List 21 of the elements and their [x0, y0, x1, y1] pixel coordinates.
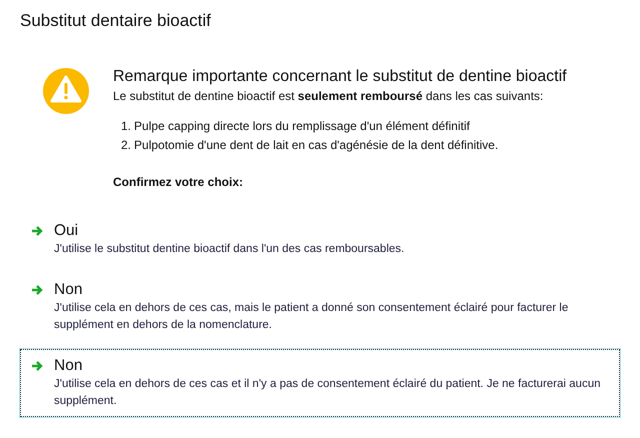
arrow-icon	[31, 284, 43, 296]
choice-option[interactable]: Non J'utilise cela en dehors de ces cas, mais le patient a donné son consentement éclairé pour facturer le supplément en dehors de la nomenclature.	[20, 273, 620, 341]
choice-option[interactable]: Oui J'utilise le substitut dentine bioactif dans l'un des cas remboursables.	[20, 214, 620, 265]
arrow-icon	[31, 360, 43, 372]
case-item: Pulpotomie d'une dent de lait en cas d'agénésie de la dent définitive.	[134, 137, 498, 154]
option-label: Oui	[54, 221, 80, 241]
confirm-prompt: Confirmez votre choix:	[113, 174, 244, 191]
warning-icon	[43, 68, 89, 114]
list-number: 1.	[121, 118, 132, 135]
option-description: J'utilise cela en dehors de ces cas et il n'y a pas de consentement éclairé du patient. Je ne facturerai aucun supplément.	[54, 377, 602, 409]
choice-option[interactable]: Non J'utilise cela en dehors de ces cas et il n'y a pas de consentement éclairé du patient. Je ne facturerai aucun supplément.	[20, 349, 620, 417]
option-label: Non	[54, 356, 84, 376]
option-label: Non	[54, 280, 84, 300]
window-title: Substitut dentaire bioactif	[20, 10, 212, 32]
list-number: 2.	[121, 137, 132, 154]
option-description: J'utilise le substitut dentine bioactif dans l'un des cas remboursables.	[54, 242, 404, 257]
case-item: Pulpe capping directe lors du remplissage d'un élément définitif	[134, 118, 470, 135]
option-description: J'utilise cela en dehors de ces cas, mais le patient a donné son consentement éclairé pour facturer le supplément en dehors de la nomenclature.	[54, 301, 570, 333]
notice-heading: Remarque importante concernant le substitut de dentine bioactif	[113, 67, 567, 87]
notice-text: Le substitut de dentine bioactif est seulement remboursé dans les cas suivants:	[113, 88, 544, 105]
arrow-icon	[31, 225, 43, 237]
